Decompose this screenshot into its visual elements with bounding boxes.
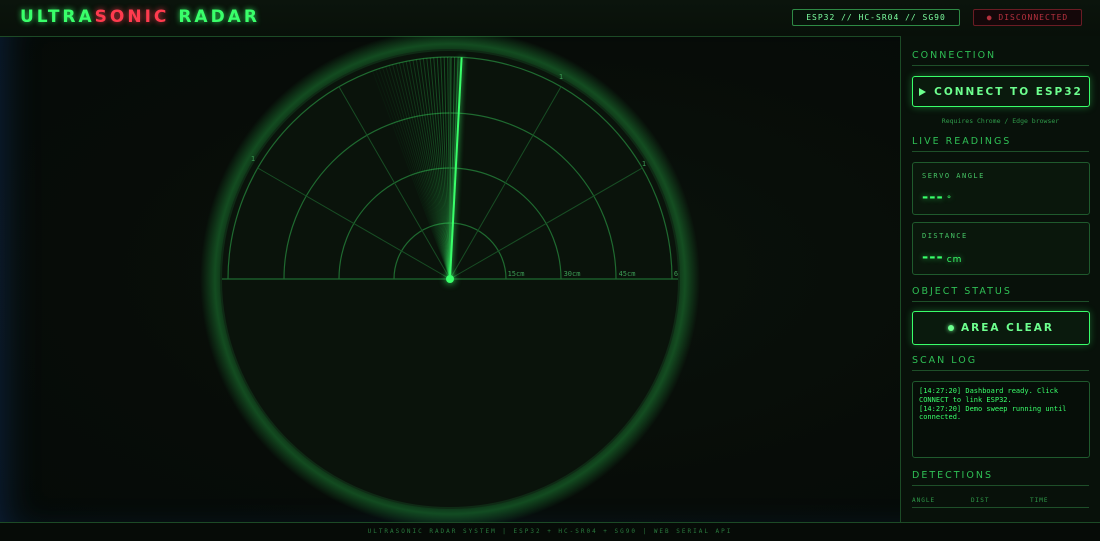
- range-label: 45cm: [619, 270, 636, 278]
- distance-label: DISTANCE: [922, 232, 968, 240]
- distance-unit: cm: [946, 255, 963, 265]
- section-title-scan-log: SCAN LOG: [912, 355, 1089, 371]
- status-dot-icon: [948, 325, 955, 331]
- object-status-indicator: AREA CLEAR: [912, 311, 1090, 345]
- servo-angle-value: --- °: [922, 188, 952, 206]
- object-status-label: AREA CLEAR: [961, 322, 1054, 334]
- column-header-angle: ANGLE: [912, 497, 936, 504]
- radar-svg: 15cm 30cm 45cm 6 1 1 1: [200, 36, 700, 522]
- section-title-connection: CONNECTION: [912, 50, 1089, 66]
- log-line: [14:27:20] Demo sweep running until conn…: [919, 404, 1067, 422]
- play-icon: [919, 87, 927, 96]
- header: ULTRASONIC RADAR ESP32 // HC-SR04 // SG9…: [0, 0, 1100, 37]
- section-title-live-readings: LIVE READINGS: [912, 136, 1089, 152]
- radar-origin-dot: [446, 275, 454, 283]
- app-title-part: RADAR: [169, 7, 260, 27]
- distance-number: ---: [922, 248, 944, 266]
- connect-button[interactable]: CONNECT TO ESP32: [912, 76, 1090, 107]
- app-title: ULTRASONIC RADAR: [20, 7, 260, 27]
- page: ULTRASONIC RADAR ESP32 // HC-SR04 // SG9…: [0, 0, 1100, 541]
- distance-value: --- cm: [922, 248, 962, 266]
- detections-table-header: ANGLE DIST TIME: [912, 497, 1089, 508]
- section-title-object-status: OBJECT STATUS: [912, 286, 1089, 302]
- servo-angle-number: ---: [922, 188, 944, 206]
- angle-label: 1: [642, 160, 646, 168]
- range-label: 6: [674, 270, 678, 278]
- browser-note: Requires Chrome / Edge browser: [941, 117, 1060, 125]
- range-label: 30cm: [564, 270, 581, 278]
- column-header-time: TIME: [1030, 497, 1049, 504]
- footer: ULTRASONIC RADAR SYSTEM | ESP32 + HC-SR0…: [0, 522, 1100, 541]
- scan-log[interactable]: [14:27:20] Dashboard ready. Click CONNEC…: [912, 381, 1090, 458]
- section-title-detections: DETECTIONS: [912, 470, 1089, 486]
- device-chip: ESP32 // HC-SR04 // SG90: [792, 9, 960, 26]
- side-panel: CONNECTION CONNECT TO ESP32 Requires Chr…: [900, 36, 1100, 522]
- radar-display: 15cm 30cm 45cm 6 1 1 1: [0, 36, 900, 522]
- servo-angle-label: SERVO ANGLE: [922, 172, 985, 180]
- app-title-part: ULTRA: [20, 7, 95, 27]
- range-label: 15cm: [508, 270, 525, 278]
- log-line: [14:27:20] Dashboard ready. Click CONNEC…: [919, 387, 1059, 404]
- servo-angle-unit: °: [946, 195, 953, 205]
- distance-card: DISTANCE --- cm: [912, 222, 1090, 275]
- servo-angle-card: SERVO ANGLE --- °: [912, 162, 1090, 215]
- column-header-dist: DIST: [971, 497, 990, 504]
- angle-label: 1: [251, 155, 255, 163]
- app-title-accent: SONIC: [94, 7, 170, 27]
- angle-label: 1: [559, 73, 563, 81]
- connection-status-badge: ● DISCONNECTED: [973, 9, 1082, 26]
- connect-button-label: CONNECT TO ESP32: [934, 85, 1083, 98]
